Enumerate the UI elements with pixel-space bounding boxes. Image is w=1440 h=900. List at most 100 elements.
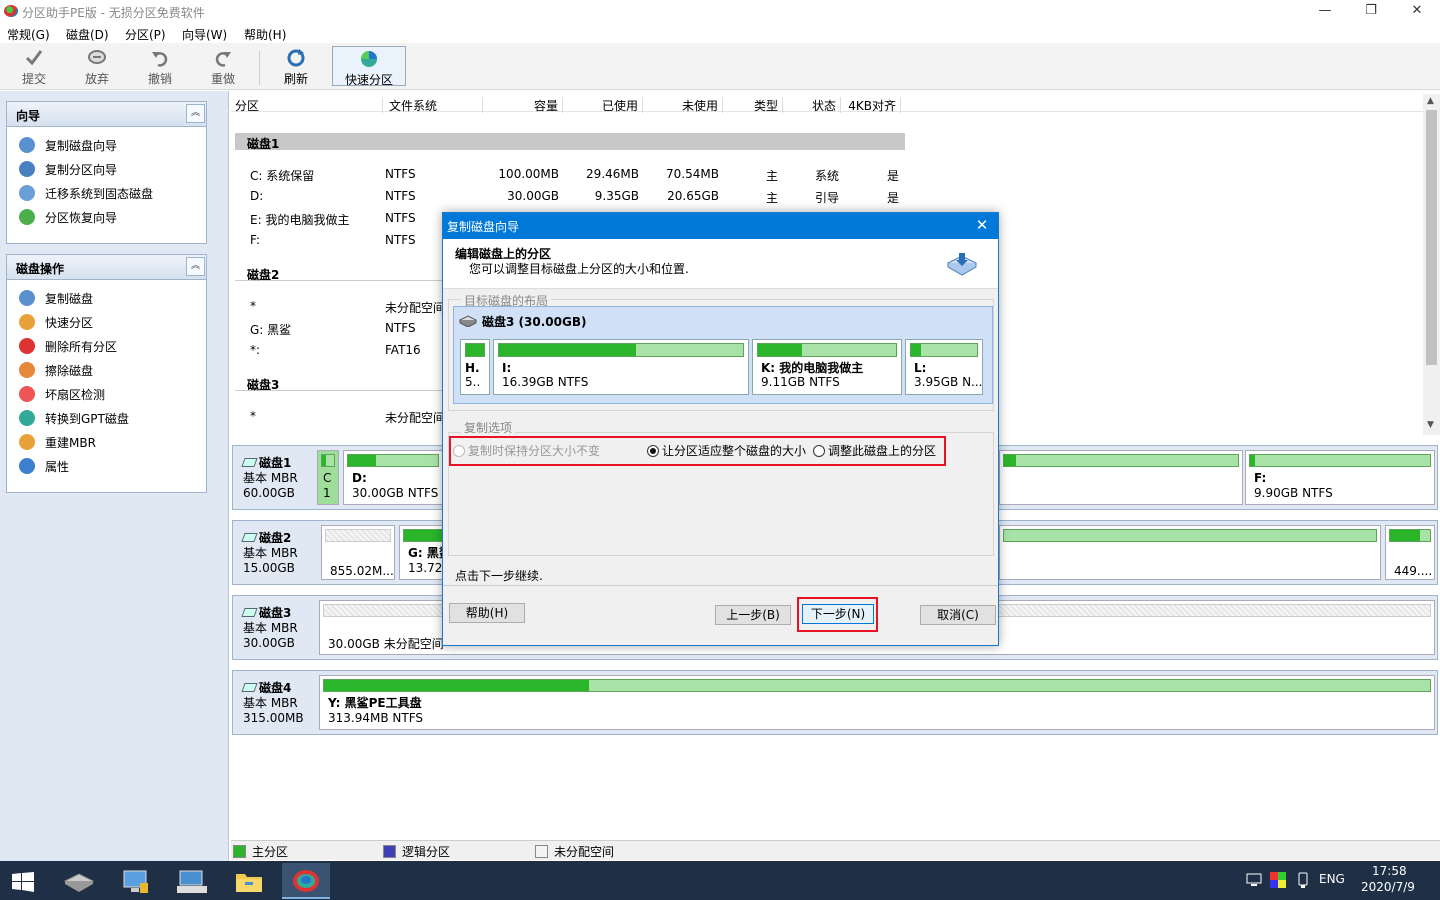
wizard-recovery[interactable]: 分区恢复向导 [19, 207, 117, 227]
help-button[interactable]: 帮助(H) [449, 603, 525, 623]
disk2-info: 磁盘2 基本 MBR 15.00GB [241, 531, 298, 576]
submit-button[interactable]: 提交 [6, 46, 62, 86]
cancel-button[interactable]: 取消(C) [920, 605, 996, 625]
collapse-up-icon[interactable]: ︽ [186, 104, 205, 123]
clock-time[interactable]: 17:58 [1372, 864, 1407, 878]
partition-label: L: 3.95GB N... [914, 361, 982, 389]
col-filesystem[interactable]: 文件系统 [389, 97, 483, 113]
redo-button[interactable]: 重做 [195, 46, 251, 86]
legend-label: 未分配空间 [554, 845, 615, 859]
dialog-close-icon[interactable]: ✕ [972, 216, 992, 234]
unallocated-block[interactable]: 855.02M... [321, 525, 395, 580]
op-convert-gpt[interactable]: 转换到GPT磁盘 [19, 408, 129, 428]
partition-block[interactable]: C1 [317, 450, 339, 505]
op-copy-disk[interactable]: 复制磁盘 [19, 288, 93, 308]
op-label: 擦除磁盘 [45, 363, 94, 378]
layout-partition-l[interactable]: L: 3.95GB N... [905, 339, 983, 395]
discard-button[interactable]: 放弃 [69, 46, 125, 86]
language-indicator[interactable]: ENG [1319, 872, 1345, 886]
col-capacity[interactable]: 容量 [483, 97, 563, 113]
wizard-copy-partition[interactable]: 复制分区向导 [19, 159, 117, 179]
quick-partition-button[interactable]: 快速分区 [332, 46, 406, 87]
left-panel: 向导 ︽ 复制磁盘向导 复制分区向导 迁移系统到固态磁盘 分区恢复向导 磁盘操作… [0, 91, 229, 861]
usage-bar [757, 343, 897, 357]
partition-block[interactable]: 449.... [1385, 525, 1435, 580]
refresh-button[interactable]: 刷新 [268, 46, 324, 86]
scroll-up-icon[interactable]: ▲ [1427, 96, 1434, 106]
start-button[interactable] [0, 863, 48, 899]
disk-name: 磁盘1 [259, 456, 292, 470]
wizard-item-label: 分区恢复向导 [45, 210, 118, 225]
wizard-copy-disk[interactable]: 复制磁盘向导 [19, 135, 117, 155]
partition-block[interactable] [999, 450, 1243, 505]
col-used[interactable]: 已使用 [563, 97, 643, 113]
op-rebuild-mbr[interactable]: 重建MBR [19, 432, 96, 452]
collapse-up-icon[interactable]: ︽ [186, 257, 205, 276]
highlight-box [449, 436, 946, 466]
disk-name: 磁盘3 [259, 606, 292, 620]
undo-button[interactable]: 撤销 [132, 46, 188, 86]
toolbar: 提交 放弃 撤销 重做 刷新 快速分区 [0, 43, 1440, 90]
cell-4k: 是 [887, 191, 900, 205]
op-bad-sector[interactable]: 坏扇区检测 [19, 384, 105, 404]
wizard-item-label: 迁移系统到固态磁盘 [45, 186, 154, 201]
col-status[interactable]: 状态 [783, 97, 841, 113]
partition-detail: 449.... [1394, 564, 1433, 578]
disk1-header[interactable]: 磁盘1 [235, 133, 905, 151]
usb-icon[interactable] [1297, 872, 1309, 888]
partition-block[interactable] [999, 525, 1381, 580]
col-unused[interactable]: 未使用 [643, 97, 723, 113]
op-properties[interactable]: 属性 [19, 456, 69, 476]
taskbar-partition-assistant[interactable] [282, 863, 330, 899]
unallocated-swatch [535, 845, 548, 858]
partition-detail: 5.. [465, 375, 481, 389]
quick-partition-icon [19, 314, 35, 330]
wizard-item-label: 复制磁盘向导 [45, 138, 118, 153]
op-quick-partition[interactable]: 快速分区 [19, 312, 93, 332]
menu-wizard[interactable]: 向导(W) [182, 26, 227, 43]
wizard-panel-title: 向导 [7, 102, 206, 127]
minimize-button[interactable]: — [1302, 0, 1348, 23]
wizard-migrate-ssd[interactable]: 迁移系统到固态磁盘 [19, 183, 153, 203]
disk3-info: 磁盘3 基本 MBR 30.00GB [241, 606, 298, 651]
layout-partition-k[interactable]: K: 我的电脑我做主 9.11GB NTFS [752, 339, 902, 395]
partition-block[interactable]: F: 9.90GB NTFS [1245, 450, 1435, 505]
disk-map-row-disk4[interactable]: 磁盘4 基本 MBR 315.00MB Y: 黑鲨PE工具盘 313.94MB N… [232, 670, 1438, 735]
back-button[interactable]: 上一步(B) [715, 605, 791, 625]
col-4k-align[interactable]: 4KB对齐 [841, 97, 901, 113]
taskbar-computer[interactable] [112, 863, 160, 899]
op-delete-all[interactable]: 删除所有分区 [19, 336, 117, 356]
col-partition[interactable]: 分区 [235, 97, 383, 113]
partition-block[interactable]: Y: 黑鲨PE工具盘 313.94MB NTFS [319, 675, 1435, 730]
close-button[interactable]: ✕ [1394, 0, 1440, 23]
cell-partition: D: [250, 189, 264, 203]
taskbar-keyboard[interactable] [168, 863, 216, 899]
scroll-down-icon[interactable]: ▼ [1427, 420, 1434, 430]
menu-help[interactable]: 帮助(H) [244, 26, 286, 43]
scroll-thumb[interactable] [1426, 110, 1437, 365]
menu-partition[interactable]: 分区(P) [125, 26, 166, 43]
windows-logo-icon [12, 872, 34, 892]
table-scrollbar[interactable]: ▲ ▼ [1423, 94, 1440, 435]
layout-partition-i[interactable]: I: 16.39GB NTFS [493, 339, 749, 395]
clock-date[interactable]: 2020/7/9 [1361, 880, 1415, 894]
disk-icon [241, 458, 258, 467]
op-wipe-disk[interactable]: 擦除磁盘 [19, 360, 93, 380]
taskbar-explorer[interactable] [225, 863, 273, 899]
partition-block[interactable]: D: 30.00GB NTFS [343, 450, 443, 505]
network-icon[interactable] [1246, 873, 1262, 887]
menu-disk[interactable]: 磁盘(D) [66, 26, 109, 43]
menu-general[interactable]: 常规(G) [7, 26, 50, 43]
taskbar-disk-tool[interactable] [55, 863, 103, 899]
col-type[interactable]: 类型 [723, 97, 783, 113]
layout-partition-h[interactable]: H. 5.. [460, 339, 490, 395]
folder-icon [236, 874, 262, 892]
partition-letter: H. [465, 361, 480, 375]
partition-letter: K: 我的电脑我做主 [761, 361, 864, 375]
maximize-button[interactable]: ❐ [1348, 0, 1394, 23]
color-app-icon[interactable] [1270, 872, 1286, 888]
target-disk-label: 磁盘3 (30.00GB) [482, 315, 587, 329]
partition-letter: Y: 黑鲨PE工具盘 [328, 696, 422, 710]
cell-partition: * [250, 299, 256, 313]
partition-letter: F: [1254, 471, 1267, 485]
